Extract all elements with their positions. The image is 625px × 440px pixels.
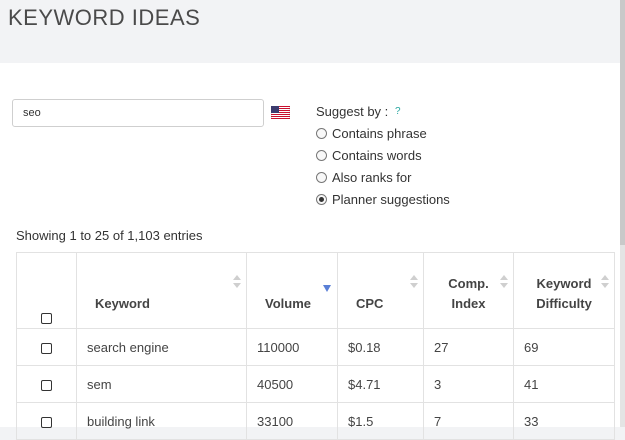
radio-contains-phrase[interactable]: Contains phrase	[316, 126, 427, 141]
column-header-keyword[interactable]: Keyword	[76, 252, 247, 329]
column-header-comp-index[interactable]: Comp. Index	[423, 252, 514, 329]
radio-planner-suggestions[interactable]: Planner suggestions	[316, 192, 450, 207]
keyword-table: Keyword Volume CPC Comp. Index Keyword D…	[16, 252, 615, 440]
sort-icon[interactable]	[601, 275, 609, 289]
volume-cell: 33100	[246, 402, 338, 440]
difficulty-cell: 41	[513, 365, 615, 403]
sort-icon[interactable]	[410, 275, 418, 289]
comp-index-cell: 27	[423, 328, 514, 366]
radio-label: Contains phrase	[332, 126, 427, 141]
cpc-cell: $4.71	[337, 365, 424, 403]
keyword-cell: search engine	[76, 328, 247, 366]
cpc-cell: $0.18	[337, 328, 424, 366]
column-header-volume[interactable]: Volume	[246, 252, 338, 329]
help-icon[interactable]: ?	[395, 106, 401, 117]
comp-index-cell: 7	[423, 402, 514, 440]
row-select-cell	[16, 328, 77, 366]
row-checkbox[interactable]	[41, 379, 52, 391]
row-select-cell	[16, 402, 77, 440]
page-title: KEYWORD IDEAS	[8, 5, 201, 30]
difficulty-cell: 33	[513, 402, 615, 440]
radio-button-selected[interactable]	[316, 194, 327, 205]
radio-button[interactable]	[316, 128, 327, 139]
select-all-checkbox[interactable]	[41, 313, 52, 325]
radio-label: Contains words	[332, 148, 422, 163]
radio-contains-words[interactable]: Contains words	[316, 148, 422, 163]
row-checkbox[interactable]	[41, 416, 52, 428]
radio-label: Also ranks for	[332, 170, 412, 185]
vertical-scrollbar[interactable]	[620, 0, 625, 427]
scrollbar-thumb[interactable]	[620, 0, 625, 245]
keyword-cell: building link	[76, 402, 247, 440]
sort-icon[interactable]	[500, 275, 508, 289]
radio-also-ranks-for[interactable]: Also ranks for	[316, 170, 411, 185]
radio-button[interactable]	[316, 172, 327, 183]
difficulty-cell: 69	[513, 328, 615, 366]
suggest-by-label: Suggest by :	[316, 104, 389, 119]
table-row: search engine 110000 $0.18 27 69	[16, 328, 615, 366]
sort-descending-icon[interactable]	[323, 285, 331, 292]
keyword-search-input[interactable]	[12, 99, 264, 127]
select-all-header	[16, 252, 77, 329]
row-checkbox[interactable]	[41, 342, 52, 354]
column-header-keyword-difficulty[interactable]: Keyword Difficulty	[513, 252, 615, 329]
volume-cell: 110000	[246, 328, 338, 366]
table-header-row: Keyword Volume CPC Comp. Index Keyword D…	[16, 252, 615, 329]
table-row: sem 40500 $4.71 3 41	[16, 365, 615, 403]
column-header-cpc[interactable]: CPC	[337, 252, 424, 329]
table-row: building link 33100 $1.5 7 33	[16, 402, 615, 440]
volume-cell: 40500	[246, 365, 338, 403]
entries-info: Showing 1 to 25 of 1,103 entries	[16, 228, 203, 243]
comp-index-cell: 3	[423, 365, 514, 403]
cpc-cell: $1.5	[337, 402, 424, 440]
radio-label: Planner suggestions	[332, 192, 450, 207]
row-select-cell	[16, 365, 77, 403]
sort-icon[interactable]	[233, 275, 241, 289]
keyword-cell: sem	[76, 365, 247, 403]
radio-button[interactable]	[316, 150, 327, 161]
us-flag-icon[interactable]	[271, 106, 290, 119]
